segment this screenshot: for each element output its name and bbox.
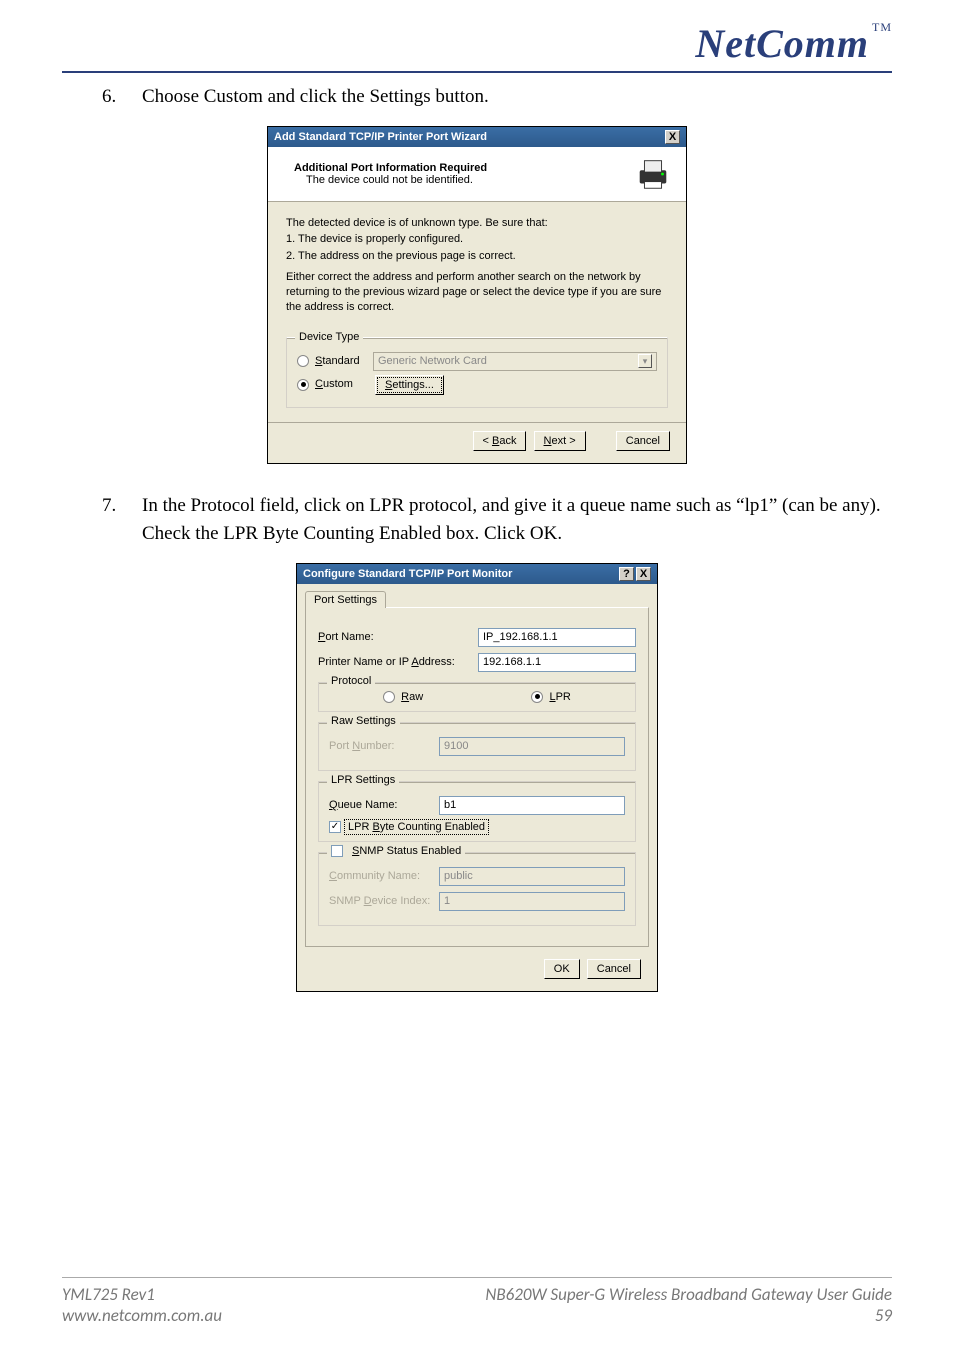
printer-icon — [634, 155, 672, 193]
lpr-bytecount-row[interactable]: LPR Byte Counting Enabled — [329, 821, 625, 833]
wizard-footer: < Back Next > Cancel — [268, 422, 686, 463]
lpr-radio[interactable] — [531, 691, 543, 703]
step-7-text: In the Protocol field, click on LPR prot… — [142, 492, 892, 549]
printer-address-label: Printer Name or IP Address: — [318, 656, 478, 668]
wizard-subtitle-bold: Additional Port Information Required — [294, 162, 487, 174]
wizard-subtitle-small: The device could not be identified. — [306, 174, 487, 186]
ok-button[interactable]: OK — [544, 959, 580, 979]
lpr-radio-wrap[interactable]: LPR — [531, 691, 570, 703]
wizard-body-para2: Either correct the address and perform a… — [286, 270, 668, 315]
wizard-titlebar: Add Standard TCP/IP Printer Port Wizard … — [268, 127, 686, 147]
step-7: 7. In the Protocol field, click on LPR p… — [102, 492, 892, 549]
portmonitor-tab-body: Port Name: Printer Name or IP Address: P… — [305, 607, 649, 947]
printer-address-row: Printer Name or IP Address: — [318, 653, 636, 672]
brand-text: NetComm — [695, 21, 869, 66]
snmp-group: SNMP Status Enabled Community Name: SNMP… — [318, 852, 636, 926]
back-button[interactable]: < Back — [473, 431, 527, 451]
footer-page-number: 59 — [485, 1305, 892, 1326]
portmonitor-footer: OK Cancel — [297, 955, 657, 991]
cancel-button[interactable]: Cancel — [587, 959, 641, 979]
port-name-input[interactable] — [478, 628, 636, 647]
wizard-body: The detected device is of unknown type. … — [268, 202, 686, 422]
port-name-label: Port Name: — [318, 631, 478, 643]
raw-portnum-label: Port Number: — [329, 740, 439, 752]
next-button[interactable]: Next > — [534, 431, 586, 451]
wizard-dialog: Add Standard TCP/IP Printer Port Wizard … — [267, 126, 687, 464]
wizard-body-line2: 1. The device is properly configured. — [286, 232, 668, 247]
footer-right: NB620W Super-G Wireless Broadband Gatewa… — [485, 1284, 892, 1326]
wizard-body-line3: 2. The address on the previous page is c… — [286, 249, 668, 264]
trademark-symbol: TM — [872, 20, 892, 34]
raw-settings-group: Raw Settings Port Number: — [318, 722, 636, 771]
custom-radio[interactable] — [297, 379, 309, 391]
tab-port-settings[interactable]: Port Settings — [305, 591, 386, 608]
snmp-index-label: SNMP Device Index: — [329, 895, 439, 907]
help-icon[interactable]: ? — [619, 567, 634, 581]
standard-radio-row: Standard Generic Network Card ▾ — [297, 352, 657, 371]
chevron-down-icon: ▾ — [638, 354, 652, 368]
footer-url: www.netcomm.com.au — [62, 1305, 222, 1326]
raw-portnum-input — [439, 737, 625, 756]
lpr-bytecount-checkbox[interactable] — [329, 821, 341, 833]
wizard-title-text: Add Standard TCP/IP Printer Port Wizard — [274, 131, 487, 143]
raw-radio[interactable] — [383, 691, 395, 703]
close-icon[interactable]: X — [636, 567, 651, 581]
figure-wizard-dialog: Add Standard TCP/IP Printer Port Wizard … — [62, 126, 892, 464]
lpr-settings-legend: LPR Settings — [327, 774, 399, 786]
step-7-number: 7. — [102, 492, 142, 549]
footer-left: YML725 Rev1 www.netcomm.com.au — [62, 1284, 222, 1326]
page-footer: YML725 Rev1 www.netcomm.com.au NB620W Su… — [62, 1277, 892, 1326]
printer-address-input[interactable] — [478, 653, 636, 672]
lpr-bytecount-label: LPR Byte Counting Enabled — [346, 821, 487, 833]
port-name-row: Port Name: — [318, 628, 636, 647]
lpr-radio-label: LPR — [549, 691, 570, 703]
protocol-group: Protocol Raw LPR — [318, 682, 636, 712]
step-6-number: 6. — [102, 83, 142, 112]
snmp-index-input — [439, 892, 625, 911]
raw-radio-label: Raw — [401, 691, 423, 703]
cancel-button[interactable]: Cancel — [616, 431, 670, 451]
page-header: NetCommTM — [62, 20, 892, 73]
portmonitor-title-text: Configure Standard TCP/IP Port Monitor — [303, 568, 512, 580]
snmp-legend[interactable]: SNMP Status Enabled — [327, 845, 465, 857]
step-6: 6. Choose Custom and click the Settings … — [102, 83, 892, 112]
portmonitor-titlebar: Configure Standard TCP/IP Port Monitor ?… — [297, 564, 657, 584]
snmp-community-input — [439, 867, 625, 886]
device-type-group: Device Type Standard Generic Network Car… — [286, 337, 668, 408]
device-type-combo[interactable]: Generic Network Card ▾ — [373, 352, 657, 371]
lpr-settings-group: LPR Settings Queue Name: LPR Byte Counti… — [318, 781, 636, 842]
snmp-enabled-checkbox[interactable] — [331, 845, 343, 857]
device-type-combo-value: Generic Network Card — [378, 354, 487, 369]
portmonitor-tabstrip: Port Settings — [297, 584, 657, 607]
snmp-community-label: Community Name: — [329, 870, 439, 882]
step-6-text: Choose Custom and click the Settings but… — [142, 83, 892, 112]
standard-radio[interactable] — [297, 355, 309, 367]
standard-radio-label[interactable]: Standard — [315, 354, 373, 369]
close-icon[interactable]: X — [665, 130, 680, 144]
custom-radio-row: Custom Settings... — [297, 375, 657, 395]
brand-logo: NetCommTM — [695, 20, 892, 67]
custom-radio-label[interactable]: Custom — [315, 377, 373, 392]
wizard-body-line1: The detected device is of unknown type. … — [286, 216, 668, 231]
wizard-subheader: Additional Port Information Required The… — [268, 147, 686, 202]
raw-settings-legend: Raw Settings — [327, 715, 400, 727]
wizard-subheader-text: Additional Port Information Required The… — [294, 162, 487, 186]
settings-button[interactable]: Settings... — [375, 375, 444, 395]
footer-doc-title: NB620W Super-G Wireless Broadband Gatewa… — [485, 1284, 892, 1305]
device-type-legend: Device Type — [295, 330, 363, 345]
footer-doc-rev: YML725 Rev1 — [62, 1284, 222, 1305]
lpr-queue-input[interactable] — [439, 796, 625, 815]
lpr-queue-label: Queue Name: — [329, 799, 439, 811]
figure-portmonitor-dialog: Configure Standard TCP/IP Port Monitor ?… — [62, 563, 892, 992]
protocol-legend: Protocol — [327, 675, 375, 687]
snmp-legend-label: SNMP Status Enabled — [352, 845, 461, 857]
raw-radio-wrap[interactable]: Raw — [383, 691, 423, 703]
portmonitor-dialog: Configure Standard TCP/IP Port Monitor ?… — [296, 563, 658, 992]
